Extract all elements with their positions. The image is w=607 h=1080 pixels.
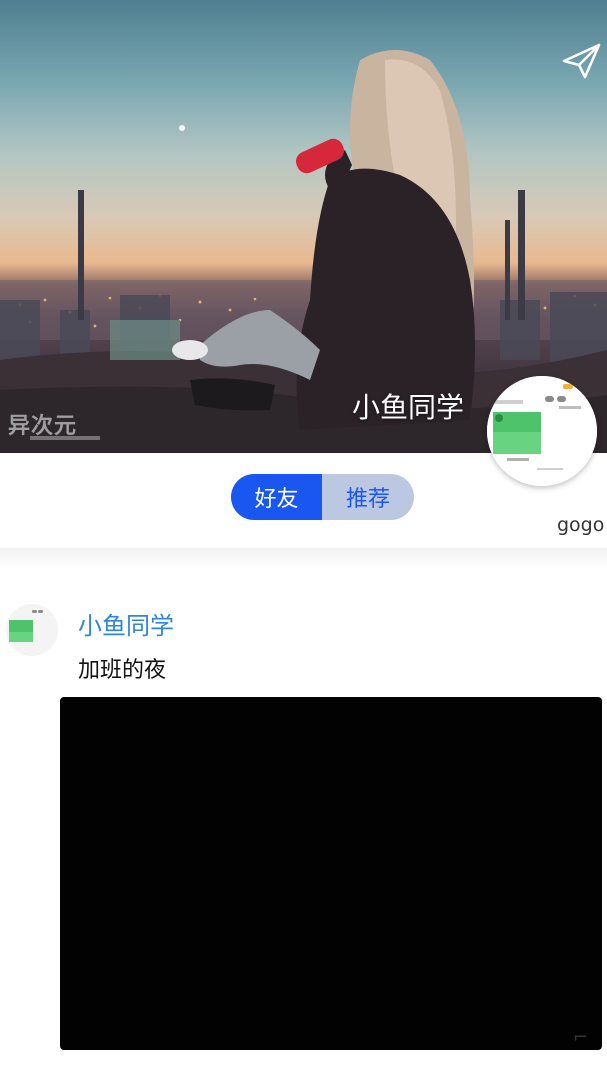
post-text: 加班的夜 — [78, 658, 167, 683]
feed-tabs: 好友 推荐 — [231, 474, 414, 520]
section-divider — [0, 548, 607, 570]
post-video[interactable]: ⌐ — [60, 697, 602, 1050]
media-corner-mark: ⌐ — [572, 1027, 588, 1048]
side-label: gogo — [557, 514, 605, 536]
profile-page: 异次元 小鱼同学 好友 推荐 gogo 小鱼同学 加班的夜 ⌐ — [0, 0, 607, 1080]
paper-plane-icon — [562, 43, 601, 79]
post-author-avatar[interactable] — [6, 604, 58, 656]
watermark-underline — [30, 436, 100, 440]
avatar-thumbnail — [487, 376, 597, 486]
share-button[interactable] — [561, 40, 607, 86]
profile-avatar[interactable] — [487, 376, 597, 486]
tab-friends[interactable]: 好友 — [231, 474, 322, 520]
profile-name: 小鱼同学 — [351, 391, 464, 424]
tab-recommended[interactable]: 推荐 — [322, 474, 414, 520]
post-author-name[interactable]: 小鱼同学 — [78, 606, 174, 641]
avatar-thumbnail — [6, 604, 58, 656]
